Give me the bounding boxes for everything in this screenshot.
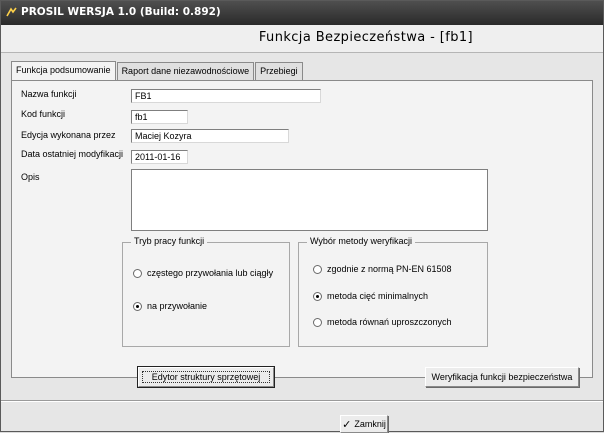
function-code-label: Kod funkcji bbox=[21, 109, 66, 119]
verify-safety-function-button[interactable]: Weryfikacja funkcji bezpieczeństwa bbox=[425, 367, 579, 387]
radio-label: metoda równań uproszczonych bbox=[327, 317, 452, 327]
verification-group-legend: Wybór metody weryfikacji bbox=[307, 236, 415, 246]
description-label: Opis bbox=[21, 172, 40, 182]
radio-circle-icon bbox=[133, 268, 142, 278]
close-button[interactable]: ✓ Zamknij bbox=[340, 415, 388, 433]
last-modified-label: Data ostatniej modyfikacji bbox=[21, 149, 124, 159]
verify-safety-function-label: Weryfikacja funkcji bezpieczeństwa bbox=[431, 372, 573, 382]
divider bbox=[1, 400, 603, 402]
radio-label: metoda cięć minimalnych bbox=[327, 291, 429, 301]
app-window: PROSIL WERSJA 1.0 (Build: 0.892) Funkcja… bbox=[0, 0, 604, 433]
tab-panel-function-summary: Nazwa funkcji FB1 Kod funkcji fb1 Edycja… bbox=[11, 80, 593, 378]
radio-circle-icon bbox=[313, 264, 322, 274]
hardware-structure-editor-button[interactable]: Edytor struktury sprzętowej bbox=[137, 366, 275, 388]
edited-by-input[interactable]: Maciej Kozyra bbox=[131, 129, 289, 143]
function-code-input[interactable]: fb1 bbox=[131, 110, 188, 124]
page-title: Funkcja Bezpieczeństwa - [fb1] bbox=[258, 30, 473, 45]
tab-runs[interactable]: Przebiegi bbox=[255, 62, 303, 81]
header-band: Funkcja Bezpieczeństwa - [fb1] bbox=[1, 25, 603, 53]
window-title: PROSIL WERSJA 1.0 (Build: 0.892) bbox=[21, 6, 221, 18]
radio-checked-icon bbox=[313, 291, 322, 301]
hardware-structure-editor-label: Edytor struktury sprzętowej bbox=[151, 372, 261, 382]
function-name-label: Nazwa funkcji bbox=[21, 89, 77, 99]
checkmark-icon: ✓ bbox=[342, 418, 352, 431]
radio-frequent-demand[interactable]: częstego przywołania lub ciągły bbox=[133, 268, 273, 278]
radio-label: częstego przywołania lub ciągły bbox=[147, 268, 274, 278]
radio-label: na przywołanie bbox=[147, 301, 208, 311]
tab-strip: Funkcja podsumowanie Raport dane niezawo… bbox=[11, 61, 304, 81]
radio-checked-icon bbox=[133, 301, 142, 311]
radio-label: zgodnie z normą PN-EN 61508 bbox=[327, 264, 452, 274]
mode-groupbox: Tryb pracy funkcji częstego przywołania … bbox=[122, 236, 290, 347]
description-textarea[interactable] bbox=[131, 169, 488, 231]
app-icon bbox=[6, 7, 17, 17]
radio-minimal-cuts[interactable]: metoda cięć minimalnych bbox=[313, 291, 428, 301]
close-label: Zamknij bbox=[354, 419, 386, 429]
radio-circle-icon bbox=[313, 317, 322, 327]
mode-group-legend: Tryb pracy funkcji bbox=[131, 236, 208, 246]
radio-on-demand[interactable]: na przywołanie bbox=[133, 301, 207, 311]
tab-reliability-report[interactable]: Raport dane niezawodnościowe bbox=[116, 62, 255, 81]
radio-pn-en-61508[interactable]: zgodnie z normą PN-EN 61508 bbox=[313, 264, 452, 274]
verification-groupbox: Wybór metody weryfikacji zgodnie z normą… bbox=[298, 236, 488, 347]
radio-simplified-equations[interactable]: metoda równań uproszczonych bbox=[313, 317, 452, 327]
last-modified-input[interactable]: 2011-01-16 bbox=[131, 150, 188, 164]
function-name-input[interactable]: FB1 bbox=[131, 89, 321, 103]
edited-by-label: Edycja wykonana przez bbox=[21, 130, 116, 140]
tab-function-summary[interactable]: Funkcja podsumowanie bbox=[11, 61, 116, 81]
title-bar[interactable]: PROSIL WERSJA 1.0 (Build: 0.892) bbox=[1, 1, 603, 25]
